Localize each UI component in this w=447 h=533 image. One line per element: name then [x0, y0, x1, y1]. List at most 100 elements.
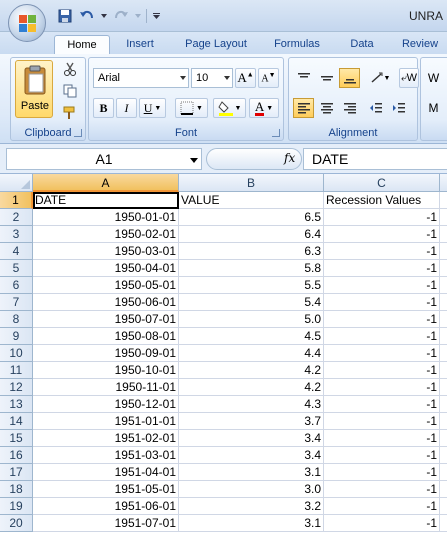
copy-icon[interactable]	[61, 82, 79, 100]
wrap-text-button[interactable]: ⤶ W	[399, 68, 419, 88]
row-header[interactable]: 4	[0, 243, 33, 260]
name-box[interactable]: A1	[6, 148, 202, 170]
table-cell[interactable]: -1	[324, 481, 440, 498]
table-cell[interactable]: 1950-09-01	[33, 345, 179, 362]
font-size-combo[interactable]: 10	[191, 68, 233, 88]
table-cell[interactable]	[440, 311, 447, 328]
align-center-button[interactable]	[316, 98, 337, 118]
table-cell[interactable]: -1	[324, 362, 440, 379]
redo-dropdown-icon[interactable]	[134, 7, 142, 25]
table-cell[interactable]: 1950-02-01	[33, 226, 179, 243]
row-header[interactable]: 8	[0, 311, 33, 328]
table-cell[interactable]	[440, 396, 447, 413]
table-cell[interactable]	[440, 192, 447, 209]
wrap-partial-button[interactable]: W	[423, 68, 444, 88]
table-cell[interactable]: 3.1	[179, 515, 324, 532]
table-cell[interactable]: 3.0	[179, 481, 324, 498]
align-left-button[interactable]	[293, 98, 314, 118]
table-cell[interactable]: -1	[324, 430, 440, 447]
row-header[interactable]: 10	[0, 345, 33, 362]
table-cell[interactable]: 1950-12-01	[33, 396, 179, 413]
table-cell[interactable]: 1951-04-01	[33, 464, 179, 481]
row-header[interactable]: 17	[0, 464, 33, 481]
table-cell[interactable]: 1950-06-01	[33, 294, 179, 311]
table-cell[interactable]: -1	[324, 277, 440, 294]
table-cell[interactable]	[440, 481, 447, 498]
table-cell[interactable]: 5.8	[179, 260, 324, 277]
table-cell[interactable]: 4.3	[179, 396, 324, 413]
increase-indent-button[interactable]	[388, 98, 409, 118]
table-cell[interactable]	[440, 345, 447, 362]
formula-input[interactable]: DATE	[303, 148, 447, 170]
row-header[interactable]: 12	[0, 379, 33, 396]
table-cell[interactable]	[440, 413, 447, 430]
table-cell[interactable]: 4.5	[179, 328, 324, 345]
table-cell[interactable]	[440, 379, 447, 396]
table-cell[interactable]	[440, 430, 447, 447]
table-cell[interactable]: 3.7	[179, 413, 324, 430]
table-cell[interactable]: -1	[324, 226, 440, 243]
table-cell[interactable]: 1951-02-01	[33, 430, 179, 447]
table-cell[interactable]: 6.3	[179, 243, 324, 260]
table-cell[interactable]: -1	[324, 396, 440, 413]
table-cell[interactable]: 1951-06-01	[33, 498, 179, 515]
tab-insert[interactable]: Insert	[114, 35, 166, 54]
row-header[interactable]: 13	[0, 396, 33, 413]
column-header-a[interactable]: A	[33, 174, 179, 192]
table-cell[interactable]: -1	[324, 328, 440, 345]
table-cell[interactable]: 1950-11-01	[33, 379, 179, 396]
table-cell[interactable]: -1	[324, 464, 440, 481]
office-button[interactable]	[8, 4, 46, 42]
table-cell[interactable]: 1950-04-01	[33, 260, 179, 277]
table-cell[interactable]: 4.2	[179, 362, 324, 379]
table-cell[interactable]: -1	[324, 294, 440, 311]
row-header[interactable]: 16	[0, 447, 33, 464]
customize-toolbar-icon[interactable]	[151, 7, 161, 25]
align-bottom-button[interactable]	[339, 68, 360, 88]
fill-color-button[interactable]: ▼	[213, 98, 246, 118]
header-cell[interactable]: Recession Values	[324, 192, 440, 209]
table-cell[interactable]: 1950-03-01	[33, 243, 179, 260]
tab-formulas[interactable]: Formulas	[266, 35, 328, 54]
table-cell[interactable]: 5.4	[179, 294, 324, 311]
table-cell[interactable]	[440, 226, 447, 243]
italic-button[interactable]: I	[116, 98, 137, 118]
row-header[interactable]: 7	[0, 294, 33, 311]
align-top-button[interactable]	[293, 68, 314, 88]
table-cell[interactable]	[440, 209, 447, 226]
table-cell[interactable]: -1	[324, 345, 440, 362]
row-header[interactable]: 15	[0, 430, 33, 447]
table-cell[interactable]: 1950-01-01	[33, 209, 179, 226]
table-cell[interactable]: 5.0	[179, 311, 324, 328]
table-cell[interactable]	[440, 260, 447, 277]
table-cell[interactable]: 6.4	[179, 226, 324, 243]
table-cell[interactable]: -1	[324, 498, 440, 515]
row-header[interactable]: 1	[0, 192, 33, 209]
table-cell[interactable]: 3.4	[179, 430, 324, 447]
table-cell[interactable]: -1	[324, 311, 440, 328]
select-all-button[interactable]	[0, 174, 33, 192]
undo-icon[interactable]	[78, 7, 96, 25]
table-cell[interactable]	[440, 277, 447, 294]
table-cell[interactable]: 3.4	[179, 447, 324, 464]
row-header[interactable]: 19	[0, 498, 33, 515]
table-cell[interactable]: 1950-05-01	[33, 277, 179, 294]
table-cell[interactable]: 6.5	[179, 209, 324, 226]
table-cell[interactable]: 3.2	[179, 498, 324, 515]
table-cell[interactable]: -1	[324, 209, 440, 226]
row-header[interactable]: 3	[0, 226, 33, 243]
row-header[interactable]: 6	[0, 277, 33, 294]
tab-page-layout[interactable]: Page Layout	[176, 35, 256, 54]
table-cell[interactable]	[440, 498, 447, 515]
table-cell[interactable]	[440, 243, 447, 260]
table-cell[interactable]: 1950-10-01	[33, 362, 179, 379]
table-cell[interactable]	[440, 362, 447, 379]
table-cell[interactable]: 1950-08-01	[33, 328, 179, 345]
table-cell[interactable]: -1	[324, 260, 440, 277]
row-header[interactable]: 9	[0, 328, 33, 345]
tab-home[interactable]: Home	[54, 35, 110, 54]
table-cell[interactable]: 3.1	[179, 464, 324, 481]
align-right-button[interactable]	[339, 98, 360, 118]
table-cell[interactable]: -1	[324, 243, 440, 260]
table-cell[interactable]: 1951-05-01	[33, 481, 179, 498]
